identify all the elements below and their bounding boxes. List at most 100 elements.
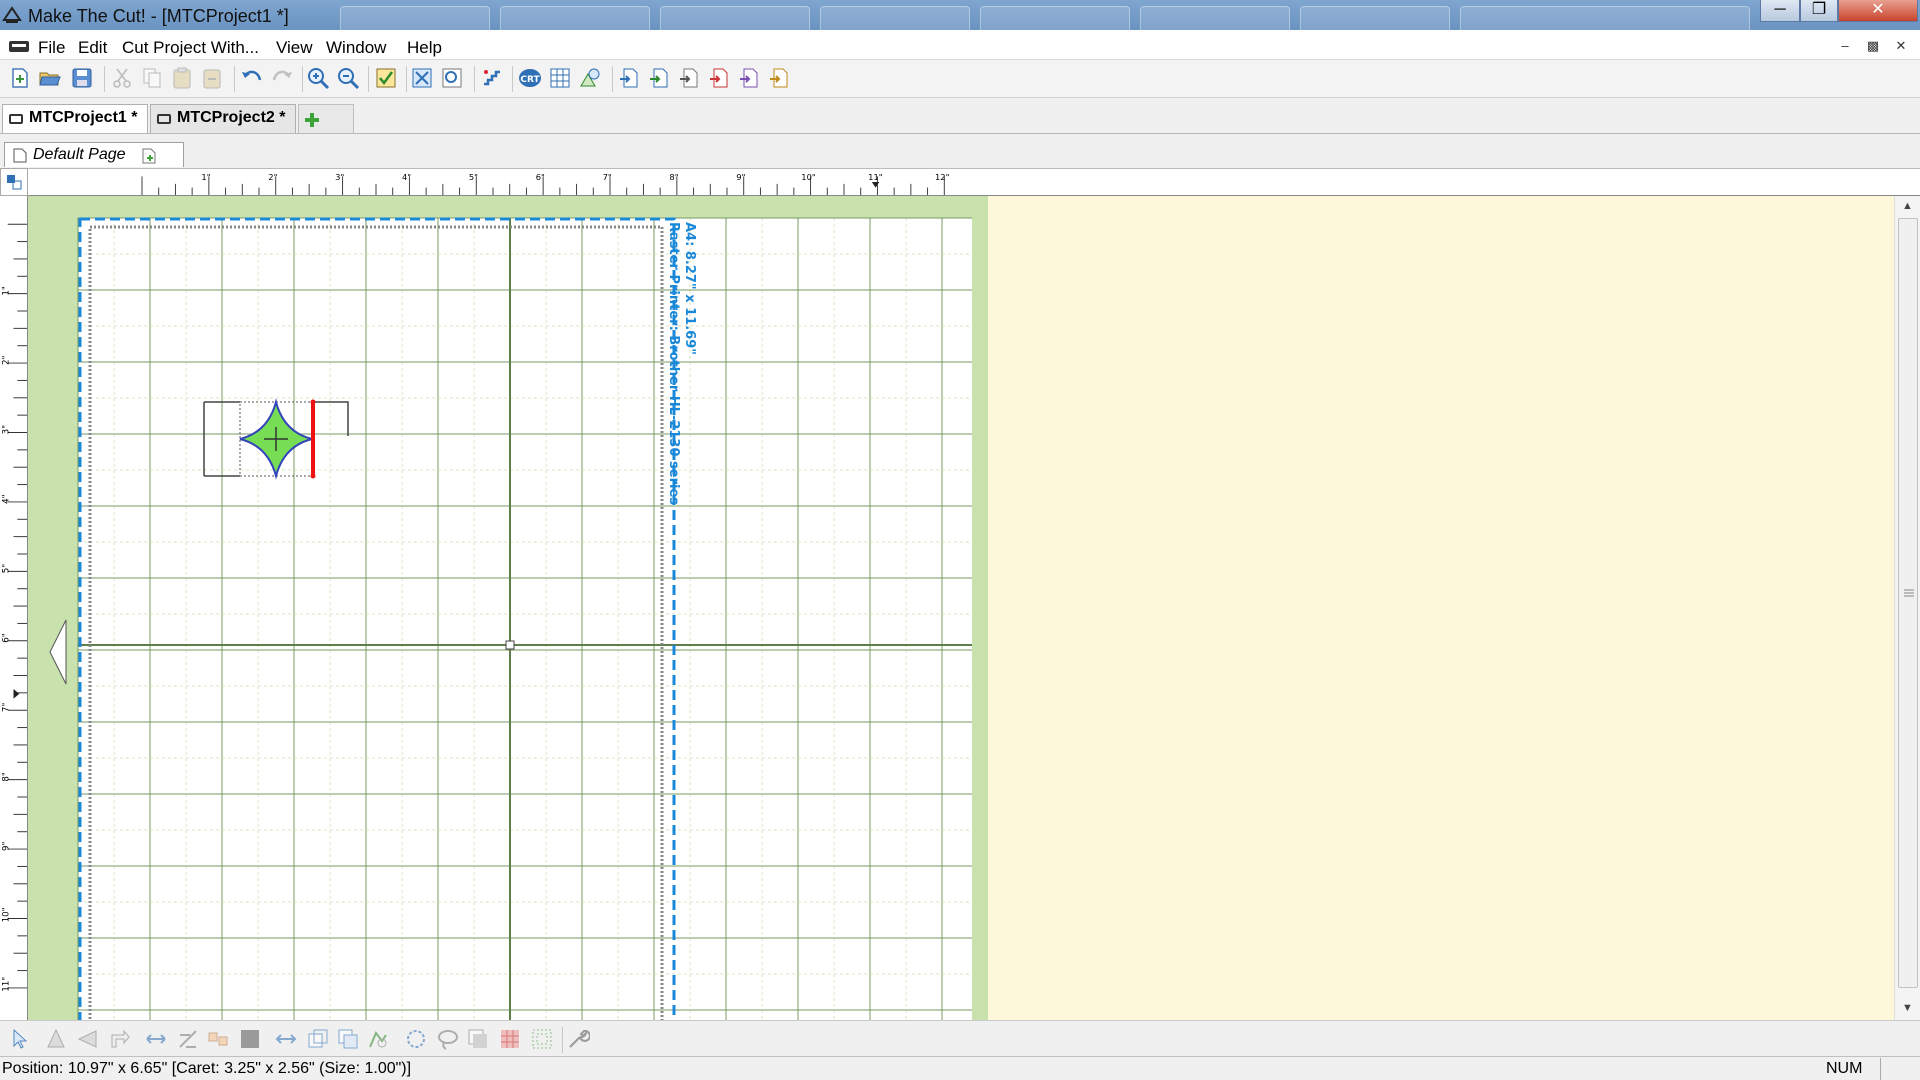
zoom-in-icon[interactable] [306,66,330,90]
ruler-label: 12" [935,172,950,182]
wrench-icon[interactable] [566,1027,590,1051]
restore-button[interactable]: ❐ [1800,0,1838,22]
mdi-close-button[interactable]: ✕ [1890,36,1912,58]
distribute-icon[interactable] [176,1027,200,1051]
status-bar: Position: 10.97" x 6.65" [Caret: 3.25" x… [0,1056,1920,1080]
layer-icon[interactable] [306,1027,330,1051]
printer-label: Raster Printer: Brother HL-2130 series [666,222,681,505]
crt-icon[interactable]: CRT [518,66,542,90]
weld-icon[interactable] [274,1027,298,1051]
import-5-icon[interactable] [738,66,762,90]
zoom-selection-icon[interactable] [440,66,464,90]
shadow-icon[interactable] [466,1027,490,1051]
ruler-label: 1" [201,172,210,182]
add-project-tab-button[interactable] [298,104,354,133]
design-canvas[interactable]: A4: 8.27" x 11.69" Raster Printer: Broth… [28,196,1894,1020]
pointer-icon[interactable] [8,1027,32,1051]
import-1-icon[interactable] [618,66,642,90]
center-handle[interactable] [505,640,515,650]
tab-default-page[interactable]: Default Page [4,142,184,167]
ruler-label: 5" [469,172,478,182]
ruler-label: 9" [2,841,12,851]
paste-icon[interactable] [170,66,194,90]
tab-mtcproject1[interactable]: MTCProject1 * [2,104,148,133]
save-icon[interactable] [70,66,94,90]
toolbar-separator [302,66,303,92]
scroll-down-icon[interactable]: ▼ [1902,1002,1913,1014]
vertical-scrollbar[interactable]: ▲ ▼ [1894,196,1920,1020]
toolbar-separator [612,66,613,92]
vertical-ruler: 1" 2" 3" 4" 5" 6" 7" 8" 9" 10" 11" [0,196,28,1020]
toolbar-separator [512,66,513,92]
ruler-label: 1" [2,286,12,296]
mat-grid-area [78,218,972,1020]
open-icon[interactable] [38,66,62,90]
close-button[interactable]: ✕ [1838,0,1918,22]
ruler-label: 7" [2,703,12,713]
copy-icon[interactable] [140,66,164,90]
import-6-icon[interactable] [768,66,792,90]
background-browser-tab [660,6,810,30]
menu-edit[interactable]: Edit [78,38,107,58]
layer-2-icon[interactable] [336,1027,360,1051]
redo-icon[interactable] [270,66,294,90]
background-browser-tab [1300,6,1450,30]
background-browser-tab [1460,6,1750,30]
pattern-icon[interactable] [498,1027,522,1051]
menu-cut-project-with[interactable]: Cut Project With... [122,38,259,58]
mdi-minimize-button[interactable]: – [1834,36,1856,58]
main-toolbar: CRT [0,60,1920,98]
handle-dot[interactable] [310,473,316,479]
fill-icon[interactable] [238,1027,262,1051]
ruler-label: 2" [268,172,277,182]
grid-icon[interactable] [548,66,572,90]
import-4-icon[interactable] [708,66,732,90]
minimize-button[interactable]: ─ [1760,0,1800,22]
restore-icon: ❐ [1811,1,1827,18]
title-bar: Make The Cut! - [MTCProject1 *] ─ ❐ ✕ [0,0,1920,30]
fit-page-icon[interactable] [410,66,434,90]
menu-view[interactable]: View [276,38,313,58]
position-readout: Position: 10.97" x 6.65" [Caret: 3.25" x… [2,1060,412,1077]
toolbar-separator [562,1027,563,1053]
align-icon[interactable] [144,1027,168,1051]
menu-help[interactable]: Help [407,38,442,58]
toolbar-separator [474,66,475,92]
handle-dot[interactable] [310,399,316,405]
node-icon[interactable] [404,1027,428,1051]
menu-window[interactable]: Window [326,38,386,58]
lasso-icon[interactable] [436,1027,460,1051]
scroll-thumb[interactable] [1898,218,1918,988]
ruler-label: 6" [536,172,545,182]
ruler-units-toggle[interactable] [0,168,28,196]
mdi-restore-button[interactable]: ▩ [1862,36,1884,58]
cut-icon[interactable] [110,66,134,90]
flip-horizontal-icon[interactable] [76,1027,100,1051]
undo-icon[interactable] [240,66,264,90]
shape-icon[interactable] [366,1027,390,1051]
toolbar-separator [234,66,235,92]
tab-mtcproject2[interactable]: MTCProject2 * [150,104,296,133]
import-2-icon[interactable] [648,66,672,90]
ruler-label: 8" [669,172,678,182]
add-page-icon[interactable] [141,148,157,164]
paste-in-place-icon[interactable] [200,66,224,90]
rotate-icon[interactable] [108,1027,132,1051]
page-tab-bar: Default Page [0,138,1920,168]
zoom-out-icon[interactable] [336,66,360,90]
scroll-up-icon[interactable]: ▲ [1902,200,1913,212]
snap-grid-icon[interactable] [480,66,504,90]
status-divider [1880,1058,1881,1080]
group-icon[interactable] [206,1027,230,1051]
app-logo-icon [2,6,22,23]
page-icon [13,148,27,163]
texture-icon[interactable] [530,1027,554,1051]
shapes-icon[interactable] [578,66,602,90]
select-check-icon[interactable] [374,66,398,90]
project-icon [9,114,23,124]
ruler-label: 7" [603,172,612,182]
new-icon[interactable] [8,66,32,90]
import-3-icon[interactable] [678,66,702,90]
menu-file[interactable]: File [38,38,65,58]
flip-vertical-icon[interactable] [44,1027,68,1051]
